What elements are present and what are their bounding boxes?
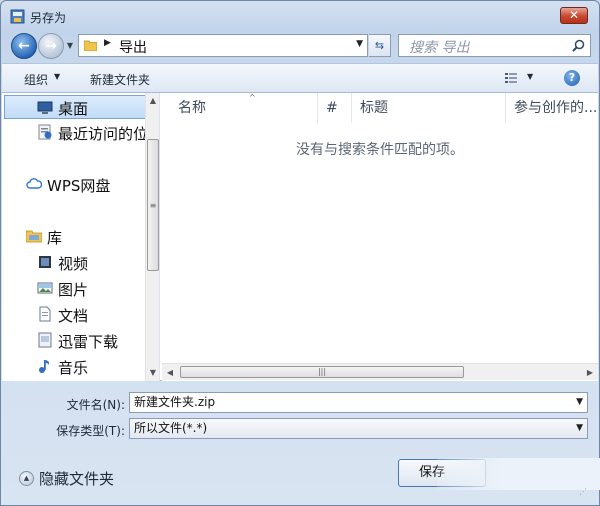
- column-header-number[interactable]: #: [318, 93, 352, 123]
- filename-value: 新建文件夹.zip: [134, 395, 216, 409]
- file-type-label: 保存类型(T):: [56, 424, 125, 438]
- scroll-right-icon[interactable]: ▶: [582, 364, 598, 381]
- hide-folders-label: 隐藏文件夹: [39, 470, 115, 488]
- sidebar-item-label: 视频: [58, 255, 89, 273]
- sidebar-item-wps-cloud[interactable]: WPS网盘: [4, 173, 149, 197]
- file-list: 名称 ^ # 标题 参与创作的... 没有与搜索条件匹配的项。 ◀ ||| ▶: [162, 93, 598, 381]
- back-button[interactable]: ←: [11, 33, 37, 59]
- sidebar-scrollbar[interactable]: ▲ ≡ ▼: [145, 93, 159, 381]
- column-header-title[interactable]: 标题: [352, 93, 506, 123]
- sidebar-item-thunder-downloads[interactable]: 迅雷下载: [4, 329, 149, 353]
- scroll-left-icon[interactable]: ◀: [162, 364, 178, 381]
- library-folder-icon: [26, 230, 42, 243]
- search-placeholder: 搜索 导出: [409, 40, 470, 56]
- sidebar-item-desktop[interactable]: 桌面: [4, 95, 149, 119]
- organize-button[interactable]: 组织: [24, 71, 48, 88]
- filename-label: 文件名(N):: [66, 398, 125, 412]
- view-options-icon[interactable]: [504, 71, 518, 85]
- sidebar-item-documents[interactable]: 文档: [4, 303, 149, 327]
- history-dropdown-icon[interactable]: ▼: [65, 41, 75, 51]
- folder-icon: [84, 40, 97, 51]
- title-bar[interactable]: 另存为 ✕: [1, 1, 599, 31]
- sidebar-item-recent[interactable]: 最近访问的位置: [4, 121, 149, 145]
- filename-dropdown-icon[interactable]: ▼: [576, 393, 583, 412]
- sidebar-item-label: 迅雷下载: [58, 333, 119, 351]
- recent-places-icon: [38, 124, 52, 140]
- window-title: 另存为: [30, 11, 67, 25]
- document-icon: [39, 306, 51, 322]
- command-toolbar: 组织 ▼ 新建文件夹 ▼ ?: [2, 63, 598, 93]
- empty-list-message: 没有与搜索条件匹配的项。: [296, 142, 464, 158]
- breadcrumb-arrow-icon[interactable]: ▶: [104, 38, 111, 48]
- close-button[interactable]: ✕: [560, 7, 588, 24]
- video-icon: [39, 256, 51, 268]
- column-header-name[interactable]: 名称 ^: [170, 93, 318, 123]
- address-bar[interactable]: ▶ 导出 ▼: [78, 34, 368, 57]
- file-type-value: 所以文件(*.*): [134, 421, 208, 435]
- collapse-up-icon: ▲: [19, 471, 34, 486]
- column-header-label: 参与创作的...: [514, 100, 598, 116]
- scrollbar-thumb[interactable]: |||: [180, 366, 464, 378]
- column-header-label: #: [326, 100, 338, 116]
- content-area: 桌面 最近访问的位置 WPS网盘: [2, 93, 598, 381]
- column-header-contributing-artists[interactable]: 参与创作的...: [506, 93, 598, 123]
- app-icon: [10, 9, 25, 24]
- search-icon[interactable]: [572, 39, 585, 52]
- sidebar-item-library[interactable]: 库: [4, 225, 149, 249]
- sidebar-item-videos[interactable]: 视频: [4, 251, 149, 275]
- sidebar-item-label: 文档: [58, 307, 89, 325]
- navigation-pane: 桌面 最近访问的位置 WPS网盘: [2, 93, 160, 381]
- help-icon[interactable]: ?: [564, 70, 580, 86]
- breadcrumb[interactable]: 导出: [119, 37, 147, 57]
- desktop-icon: [37, 101, 53, 114]
- sidebar-item-music[interactable]: 音乐: [4, 355, 149, 379]
- sidebar-item-label: 图片: [58, 281, 89, 299]
- image-fade-overlay: [437, 458, 600, 490]
- scroll-down-icon[interactable]: ▼: [146, 365, 159, 381]
- file-type-dropdown-icon[interactable]: ▼: [576, 419, 583, 438]
- sidebar-item-label: 库: [47, 229, 63, 247]
- download-folder-icon: [38, 332, 52, 348]
- refresh-icon: ⇆: [374, 39, 385, 52]
- forward-button[interactable]: →: [38, 33, 64, 59]
- sidebar-item-pictures[interactable]: 图片: [4, 277, 149, 301]
- sidebar-item-label: 最近访问的位置: [58, 125, 149, 143]
- file-type-select[interactable]: 所以文件(*.*) ▼: [129, 418, 588, 439]
- view-dropdown-icon[interactable]: ▼: [527, 72, 533, 81]
- refresh-button[interactable]: ⇆: [369, 34, 391, 57]
- scrollbar-thumb[interactable]: ≡: [147, 139, 159, 271]
- sidebar-item-label: 音乐: [58, 359, 89, 377]
- filename-field[interactable]: 新建文件夹.zip ▼: [129, 392, 588, 413]
- horizontal-scrollbar[interactable]: ◀ ||| ▶: [162, 363, 598, 380]
- scroll-up-icon[interactable]: ▲: [146, 93, 159, 109]
- sort-ascending-icon: ^: [249, 93, 256, 102]
- music-icon: [39, 360, 49, 373]
- new-folder-button[interactable]: 新建文件夹: [90, 71, 150, 88]
- sidebar-item-label: WPS网盘: [47, 177, 111, 195]
- cloud-icon: [26, 178, 42, 189]
- sidebar-item-label: 桌面: [58, 100, 89, 118]
- address-dropdown-icon[interactable]: ▼: [356, 39, 363, 49]
- chevron-down-icon[interactable]: ▼: [54, 72, 60, 81]
- save-as-dialog: 另存为 ✕ ← → ▼ ▶ 导出 ▼ ⇆ 搜索 导出 组织 ▼ 新建文件夹 ▼ …: [0, 0, 600, 506]
- resize-grip-icon[interactable]: ⋰: [579, 487, 593, 501]
- column-header-label: 标题: [360, 100, 388, 116]
- column-header-label: 名称: [178, 100, 206, 116]
- search-input[interactable]: 搜索 导出: [398, 34, 591, 57]
- picture-icon: [37, 282, 53, 294]
